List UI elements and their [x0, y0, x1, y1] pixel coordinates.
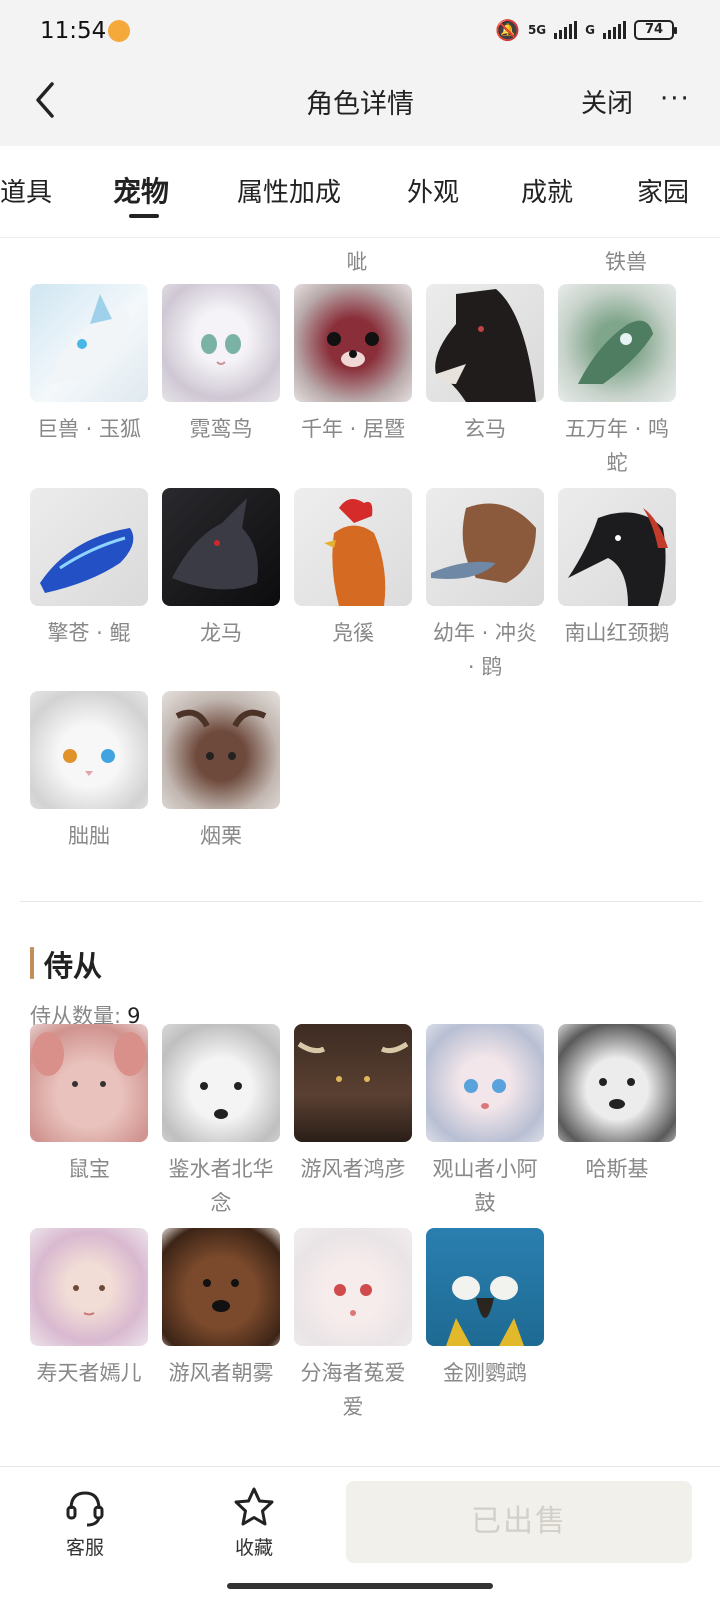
section-title-followers: 侍从: [44, 949, 103, 983]
status-bar: 11:54 🔕 5G G 74: [0, 0, 720, 62]
tab-achievements[interactable]: 成就: [521, 172, 573, 209]
follower-name: 游风者鸿彦: [300, 1157, 406, 1181]
follower-card[interactable]: 分海者菟爱爱: [293, 1228, 413, 1424]
content-scroll[interactable]: 呲 铁兽 巨兽 · 玉狐 霓鸾鸟 千年 · 居暨 玄马 五万年 · 鸣蛇 擎苍 …: [0, 238, 720, 1466]
home-indicator[interactable]: [227, 1583, 493, 1589]
tab-pets[interactable]: 宠物: [113, 170, 169, 210]
follower-avatar-bull-warrior: [294, 1024, 412, 1142]
pet-card[interactable]: 龙马: [161, 488, 281, 650]
follower-avatar-mouse: [30, 1024, 148, 1142]
follower-avatar-silver-hair-girl: [426, 1024, 544, 1142]
mute-icon: 🔕: [495, 18, 520, 42]
pet-card[interactable]: 幼年 · 冲炎 · 鹍: [425, 488, 545, 684]
pet-avatar-green-serpent: [558, 284, 676, 402]
tab-home[interactable]: 家园: [637, 172, 689, 209]
pet-avatar-kingfisher: [426, 488, 544, 606]
pet-name: 千年 · 居暨: [300, 417, 406, 441]
follower-avatar-bear: [162, 1228, 280, 1346]
follower-avatar-macaw: [426, 1228, 544, 1346]
tab-attribute-bonus[interactable]: 属性加成: [237, 172, 341, 209]
headset-icon: [63, 1485, 107, 1529]
tab-bar: 道具 宠物 属性加成 外观 成就 家园: [0, 146, 720, 238]
customer-service-label: 客服: [65, 1537, 104, 1559]
pet-avatar-white-cat: [30, 691, 148, 809]
pet-name: 朏朏: [68, 824, 110, 848]
follower-card[interactable]: 寿天者嫣儿: [29, 1228, 149, 1390]
battery-icon: 74: [634, 20, 677, 40]
cut-pet-label: 呲: [346, 250, 368, 274]
follower-name: 鉴水者北华念: [168, 1157, 274, 1215]
pet-avatar-chestnut-sprite: [162, 691, 280, 809]
bottom-action-bar: 客服 收藏 已出售: [0, 1466, 720, 1600]
pet-card[interactable]: 霓鸾鸟: [161, 284, 281, 446]
pet-card[interactable]: 千年 · 居暨: [293, 284, 413, 446]
tab-items[interactable]: 道具: [0, 172, 52, 209]
pet-avatar-rooster: [294, 488, 412, 606]
pet-name: 玄马: [464, 417, 506, 441]
close-button[interactable]: 关闭: [581, 83, 633, 120]
network-label: 5G: [527, 23, 547, 37]
follower-card[interactable]: 鼠宝: [29, 1024, 149, 1186]
follower-card[interactable]: 哈斯基: [557, 1024, 677, 1186]
cut-pet-label: 铁兽: [605, 250, 647, 274]
follower-name: 游风者朝雾: [168, 1361, 274, 1385]
follower-name: 观山者小阿鼓: [432, 1157, 538, 1215]
pet-name: 南山红颈鹅: [564, 621, 670, 645]
follower-card[interactable]: 鉴水者北华念: [161, 1024, 281, 1220]
follower-name: 金刚鹦鹉: [443, 1361, 527, 1385]
pet-name: 凫徯: [332, 621, 374, 645]
pet-avatar-dragon-horse: [162, 488, 280, 606]
notification-icon: [108, 20, 130, 42]
network2-label: G: [585, 23, 595, 37]
pet-avatar-black-horse: [426, 284, 544, 402]
follower-name: 鼠宝: [68, 1157, 110, 1181]
favorite-label: 收藏: [234, 1537, 273, 1559]
section-divider: [20, 901, 702, 902]
pet-name: 龙马: [200, 621, 242, 645]
follower-card[interactable]: 金刚鹦鹉: [425, 1228, 545, 1390]
pet-card[interactable]: 擎苍 · 鲲: [29, 488, 149, 650]
pet-name: 幼年 · 冲炎 · 鹍: [432, 621, 538, 679]
follower-avatar-pink-hair-woman: [30, 1228, 148, 1346]
pet-name: 霓鸾鸟: [189, 417, 253, 441]
follower-card[interactable]: 观山者小阿鼓: [425, 1024, 545, 1220]
tab-underline: [129, 214, 159, 218]
follower-card[interactable]: 游风者朝雾: [161, 1228, 281, 1390]
favorite-button[interactable]: 收藏: [199, 1485, 309, 1560]
pet-avatar-red-weasel: [294, 284, 412, 402]
pet-card[interactable]: 凫徯: [293, 488, 413, 650]
pet-card[interactable]: 五万年 · 鸣蛇: [557, 284, 677, 480]
pet-name: 擎苍 · 鲲: [47, 621, 131, 645]
pet-name: 五万年 · 鸣蛇: [564, 417, 670, 475]
follower-card[interactable]: 游风者鸿彦: [293, 1024, 413, 1186]
pet-card[interactable]: 朏朏: [29, 691, 149, 853]
pet-card[interactable]: 巨兽 · 玉狐: [29, 284, 149, 446]
follower-name: 哈斯基: [585, 1157, 649, 1181]
sold-button[interactable]: 已出售: [346, 1481, 692, 1563]
follower-avatar-white-hair-girl: [294, 1228, 412, 1346]
pet-avatar-fluffy-bird: [162, 284, 280, 402]
follower-avatar-white-wolf: [162, 1024, 280, 1142]
signal2-icon: [603, 21, 626, 39]
tab-appearance[interactable]: 外观: [407, 172, 459, 209]
star-icon: [232, 1485, 276, 1529]
follower-name: 寿天者嫣儿: [36, 1361, 142, 1385]
pet-card[interactable]: 烟栗: [161, 691, 281, 853]
status-indicators: 🔕 5G G 74: [495, 18, 677, 42]
status-time: 11:54: [40, 18, 107, 44]
follower-name: 分海者菟爱爱: [300, 1361, 406, 1419]
customer-service-button[interactable]: 客服: [30, 1485, 140, 1560]
pet-avatar-goose: [558, 488, 676, 606]
section-accent-bar: [30, 947, 34, 979]
nav-bar: 角色详情 关闭 ···: [0, 62, 720, 146]
pet-card[interactable]: 玄马: [425, 284, 545, 446]
pet-avatar-white-fox: [30, 284, 148, 402]
signal-icon: [554, 21, 578, 39]
pet-name: 巨兽 · 玉狐: [36, 417, 142, 441]
pet-name: 烟栗: [200, 824, 242, 848]
pet-card[interactable]: 南山红颈鹅: [557, 488, 677, 650]
more-button[interactable]: ···: [660, 84, 691, 114]
pet-avatar-blue-kun: [30, 488, 148, 606]
follower-avatar-husky: [558, 1024, 676, 1142]
